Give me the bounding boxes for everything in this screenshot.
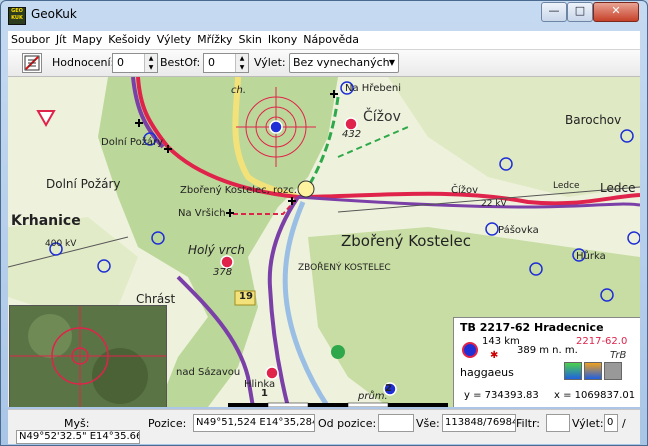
map-label: Čížov xyxy=(363,109,401,125)
menu-bar: Soubor Jít Mapy Kešoidy Výlety Mřížky Sk… xyxy=(8,31,640,50)
bestof-value: 0 xyxy=(208,56,215,69)
cache-distance: 143 km xyxy=(482,336,520,347)
scale-marker: 2 xyxy=(385,383,392,394)
map-label: ZBOŘENÝ KOSTELEC xyxy=(298,263,391,273)
close-button[interactable]: ✕ xyxy=(593,2,639,22)
map-label: prům. xyxy=(358,391,388,402)
map-label: Na Vršich xyxy=(178,208,226,219)
rating-value: 0 xyxy=(117,56,124,69)
map-label: Na Hřebeni xyxy=(345,83,401,94)
rating-stepper[interactable]: 0 ▲ ▼ xyxy=(112,53,158,73)
direction-arrow-icon: ✱ xyxy=(490,350,499,361)
filter-field[interactable] xyxy=(546,414,570,432)
map-label: Hlinka xyxy=(244,379,276,390)
smiley-icon xyxy=(297,180,315,198)
window-title: GeoKuk xyxy=(31,7,77,21)
cache-owner: haggaeus xyxy=(460,366,514,379)
map-label: Ledce xyxy=(600,181,636,195)
position-label: Pozice: xyxy=(148,417,187,430)
cache-ref: 2217-62.0 xyxy=(576,336,628,347)
trip-value: Bez vynechaných xyxy=(293,56,390,69)
edit-cache-icon[interactable] xyxy=(584,362,602,380)
map-label: 378 xyxy=(213,267,233,278)
scale-marker: 1 xyxy=(261,388,268,399)
stepper-arrows-icon[interactable]: ▲ ▼ xyxy=(235,54,248,72)
map-label: Ledce xyxy=(553,181,580,191)
map-label: Hůrka xyxy=(576,251,606,262)
map-label: 432 xyxy=(342,129,362,140)
menu-ikony[interactable]: Ikony xyxy=(265,31,300,46)
minimize-button[interactable]: — xyxy=(541,2,567,22)
status-bar: Myš: N49°52'32.5" E14°35.660 Pozice: N49… xyxy=(8,409,640,444)
map-label: nad Sázavou xyxy=(176,367,241,378)
cache-info-panel: TB 2217-62 Hradecnice 143 km ✱ 389 m n. … xyxy=(453,317,640,407)
filter-label: Filtr: xyxy=(516,417,540,430)
satellite-preview[interactable] xyxy=(9,305,167,407)
rating-label: Hodnocení: xyxy=(52,56,115,69)
map-label: Pášovka xyxy=(498,225,539,236)
trip-select[interactable]: Bez vynechaných ▼ xyxy=(289,53,399,73)
menu-soubor[interactable]: Soubor xyxy=(8,31,53,46)
scale-bar xyxy=(228,402,448,407)
trip-status-label: Výlet: xyxy=(572,417,604,430)
map-label: Čížov xyxy=(451,185,479,196)
trip-status-value: 0 xyxy=(604,414,618,432)
bestof-label: BestOf: xyxy=(160,56,201,69)
map-label: Dolní Požáry xyxy=(46,177,121,191)
cache-code: TB 2217-62 Hradecnice xyxy=(460,321,604,334)
map-label: Dolní Požáry xyxy=(101,137,164,148)
map-label: 19 xyxy=(239,291,253,302)
mouse-label: Myš: xyxy=(64,417,90,430)
all-count: 113848/76984 xyxy=(442,414,516,432)
from-position-field[interactable] xyxy=(378,414,414,432)
coord-y: y = 734393.83 xyxy=(464,390,539,401)
map-label: Zbořený Kostelec, rozc. xyxy=(180,185,297,196)
toolbar: Hodnocení: 0 ▲ ▼ BestOf: 0 ▲ ▼ Výlet: Bez … xyxy=(8,50,640,77)
app-logo-icon: GEO KUK xyxy=(8,7,26,25)
park-icon xyxy=(331,345,345,359)
trip-label: Výlet: xyxy=(254,56,286,69)
stepper-arrows-icon[interactable]: ▲ ▼ xyxy=(144,54,157,72)
map-label: Barochov xyxy=(565,113,622,127)
title-bar[interactable]: GEO KUK GeoKuk — □ ✕ xyxy=(1,1,647,29)
menu-jit[interactable]: Jít xyxy=(53,31,70,46)
add-cache-icon[interactable] xyxy=(564,362,582,380)
map-label: ch. xyxy=(231,85,247,96)
cache-type-code: TrB xyxy=(610,350,627,361)
map-label: Krhanice xyxy=(11,213,81,229)
menu-mrizky[interactable]: Mřížky xyxy=(194,31,235,46)
position-field[interactable]: N49°51,524 E14°35,284 xyxy=(193,414,315,432)
all-label: Vše: xyxy=(416,417,440,430)
coord-x: x = 1069837.01 xyxy=(554,390,636,401)
menu-kesoidy[interactable]: Kešoidy xyxy=(105,31,153,46)
map-label: 400 kV xyxy=(45,239,77,249)
map-label: Holý vrch xyxy=(188,243,245,257)
menu-skin[interactable]: Skin xyxy=(235,31,264,46)
menu-mapy[interactable]: Mapy xyxy=(70,31,106,46)
menu-napoveda[interactable]: Nápověda xyxy=(300,31,362,46)
menu-vylety[interactable]: Výlety xyxy=(154,31,194,46)
gear-icon[interactable] xyxy=(604,362,622,380)
map-label: 22 kV xyxy=(481,199,507,209)
cache-altitude: 389 m n. m. xyxy=(517,345,578,356)
trip-status-slash: / xyxy=(622,417,626,430)
cache-type-icon xyxy=(462,342,478,358)
filter-grid-icon[interactable] xyxy=(22,53,42,73)
chevron-down-icon: ▼ xyxy=(388,58,395,67)
from-position-label: Od pozice: xyxy=(318,417,377,430)
mouse-coords: N49°52'32.5" E14°35.660 xyxy=(16,430,140,444)
maximize-button[interactable]: □ xyxy=(567,2,593,22)
map-view[interactable]: Na Hřebeni Čížov 432 Barochov Dolní Požá… xyxy=(8,77,640,407)
app-window: GEO KUK GeoKuk — □ ✕ Soubor Jít Mapy Kešo… xyxy=(0,0,648,446)
map-label: Chrást xyxy=(136,292,176,306)
bestof-stepper[interactable]: 0 ▲ ▼ xyxy=(203,53,249,73)
map-label: Zbořený Kostelec xyxy=(341,232,472,250)
